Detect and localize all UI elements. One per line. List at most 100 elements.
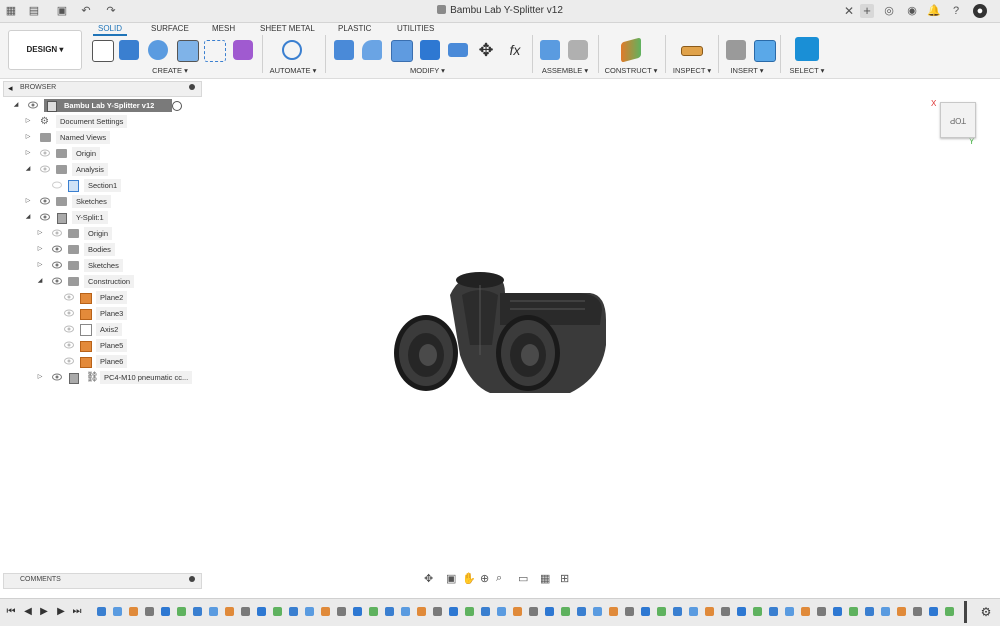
go-to-start-icon[interactable]: ⏮ [5, 606, 17, 618]
workspace-switcher[interactable]: DESIGN ▾ [8, 30, 82, 70]
timeline-feature-icon[interactable] [417, 607, 426, 616]
timeline-feature-icon[interactable] [913, 607, 922, 616]
visibility-off-icon[interactable] [52, 229, 62, 237]
timeline-feature-icon[interactable] [449, 607, 458, 616]
timeline-feature-icon[interactable] [625, 607, 634, 616]
timeline-feature-icon[interactable] [929, 607, 938, 616]
tab-utilities[interactable]: UTILITIES [397, 24, 434, 33]
step-forward-icon[interactable]: ▶ [55, 606, 67, 618]
inspect-menu[interactable]: INSPECT ▾ [671, 66, 713, 75]
timeline-feature-icon[interactable] [833, 607, 842, 616]
avatar[interactable]: ● [973, 4, 987, 18]
play-icon[interactable]: ▶ [38, 606, 50, 618]
timeline-feature-icon[interactable] [273, 607, 282, 616]
timeline-feature-icon[interactable] [689, 607, 698, 616]
go-to-end-icon[interactable]: ⏭ [71, 606, 83, 618]
pin-icon[interactable] [189, 84, 195, 90]
timeline-feature-icon[interactable] [225, 607, 234, 616]
form-icon[interactable] [233, 40, 253, 60]
tab-solid[interactable]: SOLID [98, 24, 122, 33]
timeline-feature-icon[interactable] [385, 607, 394, 616]
timeline-feature-icon[interactable] [785, 607, 794, 616]
timeline-marker[interactable] [964, 601, 967, 623]
timeline-feature-icon[interactable] [545, 607, 554, 616]
orbit-icon[interactable]: ✥ [424, 572, 433, 585]
timeline-feature-icon[interactable] [513, 607, 522, 616]
expand-icon[interactable]: ▷ [24, 147, 32, 160]
timeline-feature-icon[interactable] [161, 607, 170, 616]
timeline-feature-icon[interactable] [577, 607, 586, 616]
timeline-feature-icon[interactable] [241, 607, 250, 616]
select-icon[interactable] [795, 37, 819, 61]
timeline-feature-icon[interactable] [497, 607, 506, 616]
expand-icon[interactable]: ▷ [36, 371, 44, 384]
visibility-off-icon[interactable] [64, 309, 74, 317]
timeline-feature-icon[interactable] [401, 607, 410, 616]
look-at-icon[interactable]: ▣ [446, 572, 456, 585]
browser-panel-header[interactable]: ◂ BROWSER [3, 81, 202, 97]
insert-derive-icon[interactable] [726, 40, 746, 60]
zoom-icon[interactable]: ⊕ [480, 572, 489, 585]
move-icon[interactable]: ✥ [476, 40, 496, 60]
extrude-icon[interactable] [119, 40, 139, 60]
collapse-icon[interactable]: ◢ [36, 275, 44, 288]
timeline-feature-icon[interactable] [145, 607, 154, 616]
tree-row-root[interactable]: ◢ Bambu Lab Y-Splitter v12 [12, 99, 202, 112]
tab-surface[interactable]: SURFACE [151, 24, 189, 33]
extensions-icon[interactable]: ◎ [882, 4, 896, 18]
timeline-feature-icon[interactable] [801, 607, 810, 616]
collapse-icon[interactable]: ◂ [8, 83, 13, 94]
visibility-icon[interactable] [52, 277, 62, 285]
timeline-feature-icon[interactable] [881, 607, 890, 616]
timeline-feature-icon[interactable] [129, 607, 138, 616]
help-icon[interactable]: ? [949, 4, 963, 18]
timeline-feature-icon[interactable] [817, 607, 826, 616]
timeline-feature-icon[interactable] [593, 607, 602, 616]
create-menu[interactable]: CREATE ▾ [150, 66, 190, 75]
timeline-feature-icon[interactable] [641, 607, 650, 616]
timeline-feature-icon[interactable] [529, 607, 538, 616]
joint-icon[interactable] [568, 40, 588, 60]
measure-icon[interactable] [681, 46, 703, 56]
visibility-off-icon[interactable] [64, 325, 74, 333]
timeline-feature-icon[interactable] [737, 607, 746, 616]
notifications-icon[interactable]: 🔔 [927, 4, 941, 18]
collapse-icon[interactable]: ◢ [24, 211, 32, 224]
expand-icon[interactable]: ▷ [24, 195, 32, 208]
timeline-feature-icon[interactable] [657, 607, 666, 616]
timeline-feature-icon[interactable] [609, 607, 618, 616]
viewports-icon[interactable]: ⊞ [560, 572, 569, 585]
expand-icon[interactable]: ▷ [36, 227, 44, 240]
fit-icon[interactable]: ⌕ [496, 572, 502, 585]
activate-radio-icon[interactable] [172, 101, 182, 111]
automate-icon[interactable] [282, 40, 302, 60]
timeline-feature-icon[interactable] [753, 607, 762, 616]
timeline-feature-icon[interactable] [257, 607, 266, 616]
timeline-settings-icon[interactable]: ⚙ [980, 606, 992, 618]
press-pull-icon[interactable] [334, 40, 354, 60]
visibility-icon[interactable] [52, 373, 62, 381]
y-splitter-model[interactable] [394, 272, 606, 393]
timeline-feature-icon[interactable] [865, 607, 874, 616]
shell-icon[interactable] [420, 40, 440, 60]
timeline-feature-icon[interactable] [721, 607, 730, 616]
timeline-feature-icon[interactable] [113, 607, 122, 616]
parameters-icon[interactable]: fx [505, 40, 525, 60]
timeline-feature-icon[interactable] [289, 607, 298, 616]
visibility-icon[interactable] [40, 213, 50, 221]
split-body-icon[interactable] [448, 43, 468, 57]
view-cube[interactable]: TOP [940, 102, 976, 138]
create-sketch-icon[interactable] [92, 40, 114, 62]
tab-mesh[interactable]: MESH [212, 24, 235, 33]
timeline-feature-icon[interactable] [769, 607, 778, 616]
assemble-menu[interactable]: ASSEMBLE ▾ [540, 66, 590, 75]
job-status-icon[interactable]: ◉ [905, 4, 919, 18]
timeline-feature-icon[interactable] [849, 607, 858, 616]
visibility-icon[interactable] [52, 261, 62, 269]
chamfer-icon[interactable] [391, 40, 413, 62]
pan-icon[interactable]: ✋ [462, 572, 476, 585]
visibility-off-icon[interactable] [64, 293, 74, 301]
timeline-feature-icon[interactable] [481, 607, 490, 616]
timeline-feature-icon[interactable] [433, 607, 442, 616]
visibility-icon[interactable] [40, 197, 50, 205]
